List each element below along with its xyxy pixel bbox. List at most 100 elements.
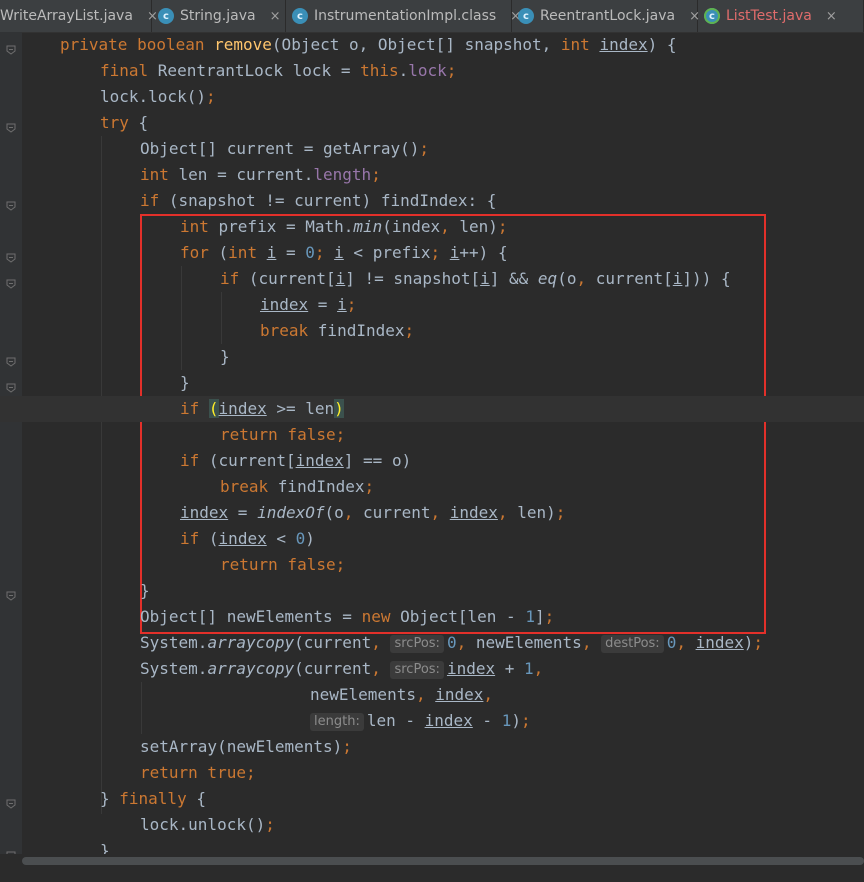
code-token: len = current. [178,165,314,184]
code-token: len - [366,711,425,730]
code-line[interactable]: } [0,578,864,604]
code-token: (index [382,217,441,236]
code-token: eq [537,269,558,288]
code-line[interactable]: return false; [0,422,864,448]
code-token: ; [544,607,555,626]
code-token: ) [511,711,521,730]
code-token: ; [205,87,216,106]
code-line[interactable]: int prefix = Math.min(index, len); [0,214,864,240]
code-token: return false; [220,425,346,444]
code-line[interactable]: try { [0,110,864,136]
code-line[interactable]: if (current[index] == o) [0,448,864,474]
code-line[interactable]: final ReentrantLock lock = this.lock; [0,58,864,84]
code-line[interactable]: index = i; [0,292,864,318]
code-token: new [361,607,401,626]
code-token: ReentrantLock lock = [157,61,361,80]
code-line[interactable]: length: len - index - 1); [0,708,864,734]
code-editor[interactable]: private boolean remove(Object o, Object[… [0,32,864,861]
scrollbar-thumb[interactable] [22,857,864,865]
tab-label: InstrumentationImpl.class [314,8,497,24]
code-line[interactable]: private boolean remove(Object o, Object[… [0,32,864,58]
code-line[interactable]: System.arraycopy(current, srcPos: index +… [0,656,864,682]
code-line[interactable]: index = indexOf(o, current, index, len); [0,500,864,526]
code-token: 0 [446,633,457,652]
code-token: ; [346,295,357,314]
tab-label: ReentrantLock.java [540,8,676,24]
code-token: int [560,35,600,54]
horizontal-scrollbar[interactable] [0,854,864,882]
code-token: } [100,789,120,808]
code-token: (o [324,503,344,522]
code-token: for [180,243,219,262]
close-icon[interactable]: × [270,9,281,24]
code-token: ) { [647,35,677,54]
code-token: , [415,685,436,704]
class-c-icon: c [158,8,174,24]
code-token: i [337,295,347,314]
tab-5[interactable]: c ListTest.java × [698,0,864,32]
code-line[interactable]: break findIndex; [0,474,864,500]
code-line[interactable]: newElements, index, [0,682,864,708]
code-token: , [456,633,476,652]
tab-4[interactable]: c ReentrantLock.java × [512,0,700,32]
code-line[interactable]: Object[] current = getArray(); [0,136,864,162]
code-line[interactable]: if (snapshot != current) findIndex: { [0,188,864,214]
code-token: } [220,347,230,366]
code-token: } [180,373,190,392]
code-line[interactable]: } [0,370,864,396]
code-line[interactable]: lock.lock(); [0,84,864,110]
code-token: ])) { [682,269,731,288]
tab-2[interactable]: c String.java × [152,0,286,32]
class-c-icon: c [292,8,308,24]
code-line[interactable]: } [0,344,864,370]
code-token: ; [371,165,381,184]
code-token: . [398,61,409,80]
parameter-hint: destPos: [601,635,664,653]
code-line[interactable]: for (int i = 0; i < prefix; i++) { [0,240,864,266]
code-token: ; [520,711,531,730]
code-line[interactable]: break findIndex; [0,318,864,344]
code-token: if [180,399,209,418]
parameter-hint: length: [310,713,364,731]
code-token: 0 [666,633,677,652]
code-token: Object[] newElements = [140,607,362,626]
code-token: ( [208,529,219,548]
code-line[interactable]: lock.unlock(); [0,812,864,838]
code-token: remove [214,35,272,54]
code-token: , [581,633,602,652]
code-token: return false; [220,555,346,574]
code-line[interactable]: Object[] newElements = new Object[len - … [0,604,864,630]
code-token: , [483,685,494,704]
code-token: (current [294,633,372,652]
tab-3[interactable]: c InstrumentationImpl.class × [286,0,521,32]
code-token: { [138,113,149,132]
code-line[interactable]: return false; [0,552,864,578]
code-line[interactable]: } finally { [0,786,864,812]
code-token: } [140,581,150,600]
code-line[interactable]: int len = current.length; [0,162,864,188]
code-token: ; [404,321,415,340]
code-token: (o [557,269,577,288]
code-token: try [100,113,139,132]
close-icon[interactable]: × [826,9,837,24]
code-token: ; [555,503,566,522]
tab-label: String.java [180,8,256,24]
code-line[interactable]: if (current[i] != snapshot[i] && eq(o, c… [0,266,864,292]
code-line[interactable]: return true; [0,760,864,786]
tab-1[interactable]: WriteArrayList.java × [0,0,158,32]
code-token: i [672,269,683,288]
code-token: ( [218,243,229,262]
code-line[interactable]: System.arraycopy(current, srcPos: 0, newE… [0,630,864,656]
code-line[interactable]: setArray(newElements); [0,734,864,760]
code-token: length [313,165,372,184]
code-token: (current[ [208,451,296,470]
parameter-hint: srcPos: [390,635,444,653]
code-token: i [334,243,344,262]
code-token: index [599,35,648,54]
code-token: < prefix [343,243,431,262]
code-line[interactable]: if (index < 0) [0,526,864,552]
code-token: Object[] current = getArray() [140,139,420,158]
code-line[interactable]: if (index >= len) [0,396,864,422]
code-token: len) [517,503,556,522]
code-token: final [100,61,158,80]
